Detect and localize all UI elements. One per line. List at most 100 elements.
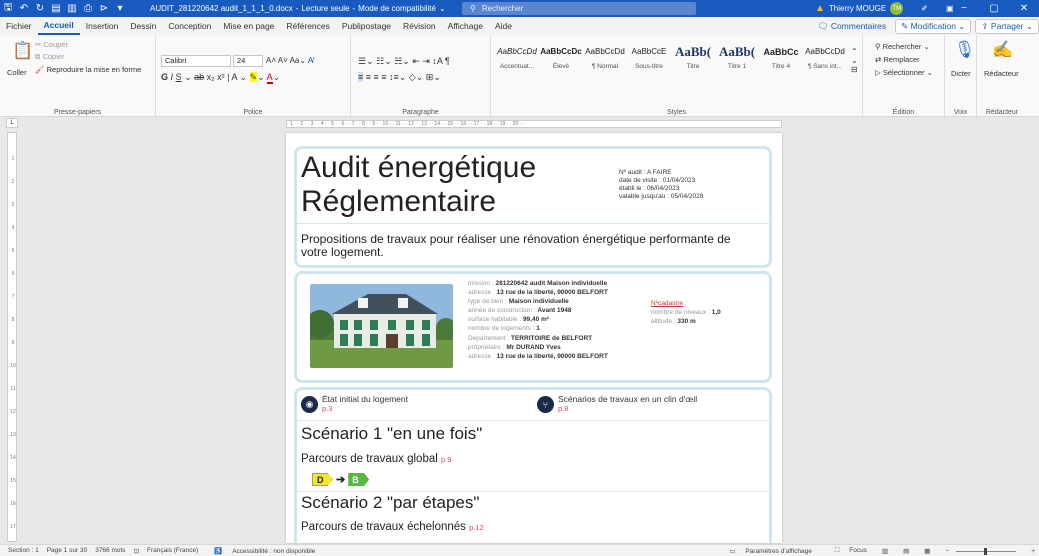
print-preview-icon[interactable]: ▥ xyxy=(64,0,80,17)
save-icon[interactable]: 🖫 xyxy=(0,0,16,17)
comments-button[interactable]: 🗨 Commentaires xyxy=(813,20,891,33)
horizontal-ruler[interactable]: · 1 · · 2 · · 3 · · 4 · · 5 · · 6 · · 7 … xyxy=(286,120,782,128)
vertical-ruler[interactable]: 1 2 3 4 5 6 7 8 9 10 11 12 13 14 15 16 17 xyxy=(7,132,17,542)
initial-state-page[interactable]: p.3 xyxy=(322,404,408,413)
section-indicator[interactable]: Section : 1 xyxy=(8,547,39,554)
tab-accueil[interactable]: Accueil xyxy=(37,17,80,35)
customize-toolbar-icon[interactable]: ▾ xyxy=(112,0,128,17)
tab-aide[interactable]: Aide xyxy=(489,17,518,35)
tab-references[interactable]: Références xyxy=(280,17,335,35)
font-name-select[interactable]: Calibri xyxy=(161,55,231,67)
voice-group: 🎙 Dicter Voix xyxy=(945,35,977,117)
zoom-slider-handle[interactable] xyxy=(984,547,988,555)
font-size-select[interactable]: 24 xyxy=(233,55,263,67)
web-layout-icon[interactable]: ▦ xyxy=(924,547,930,555)
scenarios-page[interactable]: p.8 xyxy=(558,404,697,413)
document-title[interactable]: AUDIT_281220642 audit_1_1_1_0.docx - Lec… xyxy=(150,4,446,13)
page-indicator[interactable]: Page 1 sur 30 xyxy=(47,547,87,554)
share-button[interactable]: ⇪ Partager ⌄ xyxy=(975,18,1039,34)
window-controls: − ▢ ✕ xyxy=(949,0,1039,17)
link-initial-state[interactable]: ◉ État initial du logement p.3 xyxy=(301,394,408,413)
modification-button[interactable]: ✎ Modification ⌄ xyxy=(895,18,972,34)
print-icon[interactable]: ⎙ xyxy=(80,0,96,17)
focus-button[interactable]: ⛶ Focus xyxy=(827,547,867,555)
select-button[interactable]: ▷ Sélectionner ⌄ xyxy=(875,68,933,77)
display-settings-icon: ▭ xyxy=(729,548,738,555)
tab-revision[interactable]: Révision xyxy=(397,17,442,35)
close-icon[interactable]: ✕ xyxy=(1009,0,1039,17)
tab-mise-en-page[interactable]: Mise en page xyxy=(217,17,280,35)
format-painter-button[interactable]: 🖌 Reproduire la mise en forme xyxy=(35,65,141,74)
search-input[interactable]: ⚲ Rechercher xyxy=(462,2,696,15)
paste-button[interactable]: Coller xyxy=(7,68,27,77)
avatar[interactable]: TM xyxy=(890,2,904,15)
copy-button[interactable]: ⧉ Copier xyxy=(35,52,65,62)
page-title: Audit énergétique Réglementaire xyxy=(301,151,536,219)
tab-conception[interactable]: Conception xyxy=(162,17,217,35)
user-area[interactable]: ▲ Thierry MOUGE TM ✐ ▣ xyxy=(815,0,954,17)
alignment-buttons[interactable]: ≡ ≡ ≡ ≡ ↕≡⌄ ◇⌄ ⊞⌄ xyxy=(358,72,441,83)
styles-scroll-icon[interactable]: ⌃ ⌄ ⊟ xyxy=(851,47,858,74)
tab-insertion[interactable]: Insertion xyxy=(80,17,125,35)
editing-group: ⚲ Rechercher ⌄ ⇄ Remplacer ▷ Sélectionne… xyxy=(863,35,945,117)
style-normal[interactable]: AaBbCcDd ¶ Normal xyxy=(583,41,627,70)
list-buttons[interactable]: ☰⌄ ☷⌄ ☵⌄ ⇤ ⇥ ↕A ¶ xyxy=(358,56,450,67)
style-eleve[interactable]: AaBbCcDc Élevé xyxy=(539,41,583,70)
accessibility-indicator[interactable]: ♿ Accessibilité : non disponible xyxy=(206,547,315,555)
ruler-mark: 3 xyxy=(11,202,15,208)
zoom-out-icon[interactable]: − xyxy=(945,548,949,555)
ruler-mark: 8 xyxy=(11,317,15,323)
tab-publipostage[interactable]: Publipostage xyxy=(336,17,397,35)
scenario-1-page[interactable]: p.9 xyxy=(441,455,451,464)
zoom-in-icon[interactable]: + xyxy=(1031,548,1035,555)
read-mode-icon[interactable]: ▥ xyxy=(882,547,888,555)
pen-icon[interactable]: ✐ xyxy=(921,4,928,13)
undo-icon[interactable]: ↶ xyxy=(16,0,32,17)
maximize-icon[interactable]: ▢ xyxy=(979,0,1009,17)
style-titre[interactable]: AaBb(Titre xyxy=(671,41,715,70)
editor-pen-icon[interactable]: ✍ xyxy=(992,40,1013,60)
editor-label: Rédacteur xyxy=(985,109,1019,116)
link-scenarios[interactable]: ⑂ Scénarios de travaux en un clin d'œil … xyxy=(537,394,697,413)
scenario-2-page[interactable]: p.12 xyxy=(469,523,484,532)
tab-selector[interactable]: L xyxy=(6,118,18,128)
minimize-icon[interactable]: − xyxy=(949,0,979,17)
divider xyxy=(297,223,769,224)
language-indicator[interactable]: Français (France) xyxy=(147,547,198,554)
tab-affichage[interactable]: Affichage xyxy=(442,17,489,35)
style-accentuation[interactable]: AaBbCcDd Accentuat... xyxy=(495,41,539,70)
find-button[interactable]: ⚲ Rechercher ⌄ xyxy=(875,42,930,51)
dictate-button[interactable]: Dicter xyxy=(951,69,971,78)
style-sans-interligne[interactable]: AaBbCcDd ¶ Sans int... xyxy=(803,41,847,70)
tab-fichier[interactable]: Fichier xyxy=(0,17,38,35)
document-page[interactable]: Audit énergétique Réglementaire Nº audit… xyxy=(286,133,782,543)
open-icon[interactable]: ⊳ xyxy=(96,0,112,17)
replace-button[interactable]: ⇄ Remplacer xyxy=(875,55,920,64)
font-size-buttons[interactable]: A˄ A˅ Aa⌄ A̸ xyxy=(266,56,313,65)
display-settings-button[interactable]: ▭ Paramètres d'affichage xyxy=(721,547,811,555)
style-titre-4[interactable]: AaBbCc Titre 4 xyxy=(759,41,803,70)
paste-icon[interactable]: 📋 xyxy=(12,41,33,61)
microphone-icon[interactable]: 🎙 xyxy=(954,40,976,60)
brush-icon: 🖌 xyxy=(35,65,47,74)
word-count[interactable]: 3766 mots xyxy=(95,547,125,554)
cut-button[interactable]: ✂ Couper xyxy=(35,40,68,49)
font-format-buttons[interactable]: G I S ⌄ ab x₂ x² | A ⌄ ✎⌄ A⌄ xyxy=(161,72,280,84)
compat-mode: Mode de compatibilité xyxy=(358,4,436,13)
initial-state-title: État initial du logement xyxy=(322,394,408,404)
zoom-slider[interactable] xyxy=(956,547,1017,555)
ruler-mark: 5 xyxy=(11,248,15,254)
editor-button[interactable]: Rédacteur xyxy=(984,69,1019,78)
summary-card: ◉ État initial du logement p.3 ⑂ Scénari… xyxy=(294,387,772,543)
tab-dessin[interactable]: Dessin xyxy=(124,17,162,35)
print-layout-icon[interactable]: ▤ xyxy=(903,547,909,555)
paragraph-label: Paragraphe xyxy=(402,109,439,116)
proofing-icon[interactable]: ⊡ xyxy=(134,547,139,555)
style-sous-titre[interactable]: AaBbCcE Sous-titre xyxy=(627,41,671,70)
accessibility-icon: ♿ xyxy=(214,547,225,555)
ruler-mark: 6 xyxy=(11,271,15,277)
redo-icon[interactable]: ↻ xyxy=(32,0,48,17)
document-icon[interactable]: ▤ xyxy=(48,0,64,17)
style-titre-1[interactable]: AaBb(Titre 1 xyxy=(715,41,759,70)
status-right: ▭ Paramètres d'affichage ⛶ Focus ▥ ▤ ▦ −… xyxy=(713,545,1035,556)
